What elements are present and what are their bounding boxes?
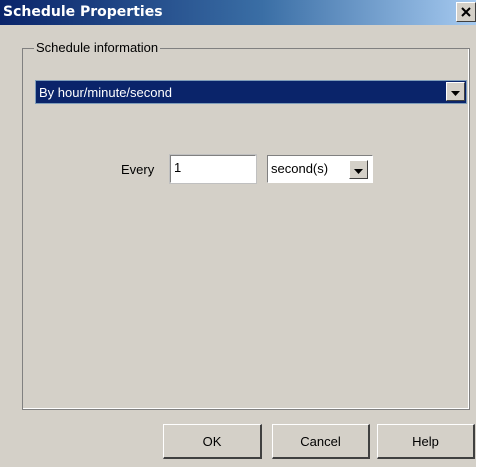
help-button[interactable]: Help [377, 424, 475, 459]
ok-button[interactable]: OK [163, 424, 262, 459]
interval-unit-select[interactable]: second(s) [267, 155, 373, 183]
close-button[interactable] [456, 2, 476, 22]
interval-unit-dropdown-button[interactable] [349, 160, 368, 179]
interval-unit-value: second(s) [271, 161, 329, 176]
group-legend: Schedule information [34, 40, 161, 56]
cancel-button[interactable]: Cancel [272, 424, 370, 459]
interval-value-input[interactable]: 1 [169, 154, 257, 184]
schedule-properties-dialog: Schedule Properties Schedule information… [0, 0, 476, 467]
dialog-title: Schedule Properties [3, 4, 163, 20]
schedule-type-value: By hour/minute/second [39, 85, 172, 100]
close-icon [461, 7, 471, 17]
chevron-down-icon [354, 161, 363, 179]
schedule-type-select[interactable]: By hour/minute/second [35, 80, 467, 104]
schedule-type-dropdown-button[interactable] [446, 82, 465, 101]
every-label: Every [121, 162, 155, 177]
title-bar[interactable]: Schedule Properties [0, 0, 476, 25]
chevron-down-icon [451, 83, 460, 101]
